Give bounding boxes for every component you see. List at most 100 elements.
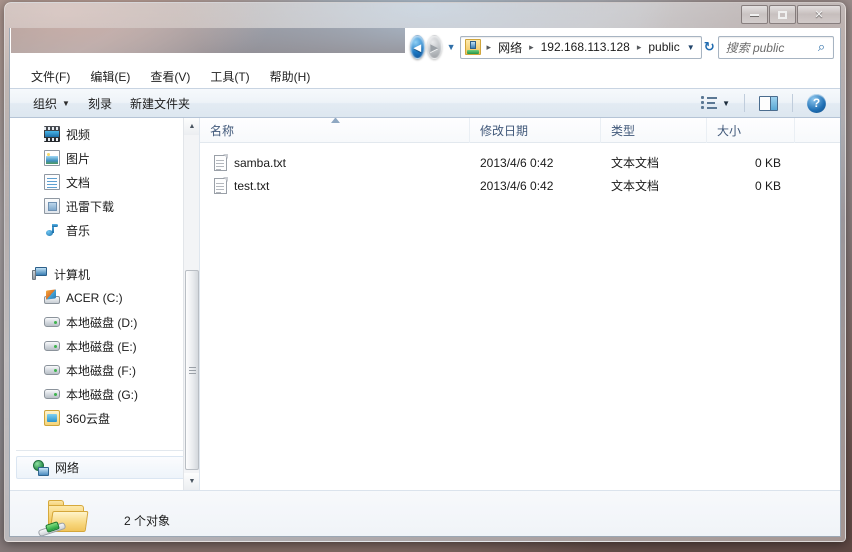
history-dropdown-icon[interactable]: ▼ <box>447 42 456 52</box>
scroll-up-button[interactable]: ▲ <box>184 118 199 135</box>
text-file-icon <box>214 153 228 171</box>
toolbar-divider <box>744 94 745 112</box>
sidebar-item-drive-f[interactable]: 本地磁盘 (F:) <box>10 358 199 382</box>
file-name: test.txt <box>234 178 270 193</box>
back-arrow-icon: ◄ <box>410 39 424 55</box>
menu-help[interactable]: 帮助(H) <box>261 66 320 87</box>
sidebar-item-drive-c[interactable]: ACER (C:) <box>10 286 199 310</box>
menu-file[interactable]: 文件(F) <box>22 66 79 87</box>
menu-edit[interactable]: 编辑(E) <box>81 66 139 87</box>
sidebar-item-computer[interactable]: 计算机 <box>10 262 199 286</box>
hard-drive-icon <box>44 386 60 402</box>
hard-drive-icon <box>44 338 60 354</box>
chevron-down-icon: ▼ <box>62 98 70 108</box>
network-icon <box>33 459 49 476</box>
table-row[interactable]: test.txt 2013/4/6 0:42 文本文档 0 KB <box>200 174 840 197</box>
preview-pane-button[interactable] <box>755 91 782 115</box>
forward-button[interactable]: ► <box>426 35 442 59</box>
file-rows: samba.txt 2013/4/6 0:42 文本文档 0 KB test.t… <box>200 143 840 197</box>
document-icon <box>44 174 60 190</box>
help-button[interactable]: ? <box>803 91 830 115</box>
picture-icon <box>44 150 60 166</box>
sidebar-item-drive-e[interactable]: 本地磁盘 (E:) <box>10 334 199 358</box>
text-file-icon <box>214 176 228 194</box>
new-folder-button[interactable]: 新建文件夹 <box>121 92 199 115</box>
toolbar-divider <box>792 94 793 112</box>
column-header-filler <box>795 118 840 143</box>
column-header-size[interactable]: 大小 <box>707 117 795 143</box>
table-row[interactable]: samba.txt 2013/4/6 0:42 文本文档 0 KB <box>200 151 840 174</box>
file-name-cell: test.txt <box>200 176 470 194</box>
burn-button[interactable]: 刻录 <box>79 92 121 115</box>
sidebar-item-thunder-download[interactable]: 迅雷下载 <box>10 194 199 218</box>
sidebar-item-network[interactable]: 网络 <box>16 456 191 479</box>
menu-view[interactable]: 查看(V) <box>141 66 199 87</box>
system-drive-icon <box>44 289 60 306</box>
breadcrumb-network[interactable]: 网络 <box>495 37 525 58</box>
navigation-scrollbar[interactable]: ▲ ▼ <box>183 118 199 490</box>
glass-backdrop <box>11 28 405 53</box>
breadcrumb-public[interactable]: public <box>645 38 682 56</box>
address-bar[interactable]: ▸ 网络 ▸ 192.168.113.128 ▸ public ▼ <box>459 35 702 59</box>
sidebar-item-music[interactable]: 音乐 <box>10 218 199 242</box>
sidebar-item-pictures[interactable]: 图片 <box>10 146 199 170</box>
scrollbar-thumb[interactable] <box>185 270 199 470</box>
network-folder-icon <box>464 39 481 55</box>
menu-tools[interactable]: 工具(T) <box>201 66 258 87</box>
sidebar-item-label: 本地磁盘 (D:) <box>66 315 138 330</box>
music-icon <box>44 222 60 238</box>
close-icon: ✕ <box>814 9 824 21</box>
minimize-icon <box>750 13 759 16</box>
sidebar-item-label: 本地磁盘 (E:) <box>66 339 137 354</box>
change-view-button[interactable]: ▼ <box>696 91 734 115</box>
breadcrumb-separator: ▸ <box>486 41 492 52</box>
title-bar: ✕ <box>4 2 846 28</box>
sidebar-item-drive-d[interactable]: 本地磁盘 (D:) <box>10 310 199 334</box>
sidebar-item-label: 视频 <box>66 127 91 142</box>
file-date: 2013/4/6 0:42 <box>480 178 554 193</box>
search-input[interactable]: 搜索 public <box>726 39 814 56</box>
scroll-down-button[interactable]: ▼ <box>184 473 199 490</box>
address-toolbar: ◄ ► ▼ ▸ 网络 ▸ 192.168.113.128 ▸ public ▼ … <box>10 28 840 66</box>
hard-drive-icon <box>44 362 60 378</box>
minimize-button[interactable] <box>741 5 768 24</box>
navigation-list: 视频 图片 文档 迅雷下载 音乐 计算机 ACER (C:) 本地磁盘 (D:)… <box>10 118 199 479</box>
download-icon <box>44 198 60 214</box>
breadcrumb-separator: ▸ <box>636 41 642 52</box>
file-type: 文本文档 <box>611 156 660 170</box>
status-item-count: 2 个对象 <box>124 514 171 528</box>
navigation-gap <box>10 430 199 444</box>
sidebar-item-videos[interactable]: 视频 <box>10 122 199 146</box>
status-bar: 2 个对象 <box>10 490 840 536</box>
close-button[interactable]: ✕ <box>797 5 841 24</box>
chevron-down-icon: ▼ <box>722 98 730 108</box>
navigation-divider <box>16 450 191 451</box>
address-dropdown-icon[interactable]: ▼ <box>683 38 699 57</box>
refresh-button[interactable]: ↻ <box>704 36 715 58</box>
organize-button[interactable]: 组织 ▼ <box>24 92 79 115</box>
hard-drive-icon <box>44 314 60 330</box>
sidebar-item-360-cloud[interactable]: 360云盘 <box>10 406 199 430</box>
navigation-gap <box>10 242 199 262</box>
search-box[interactable]: 搜索 public ⌕ <box>717 35 834 59</box>
file-name: samba.txt <box>234 155 287 170</box>
explorer-window: ✕ ◄ ► ▼ ▸ 网络 ▸ 192.168.113.128 ▸ public <box>4 2 846 542</box>
maximize-icon <box>778 10 787 19</box>
window-client-area: ◄ ► ▼ ▸ 网络 ▸ 192.168.113.128 ▸ public ▼ … <box>9 28 841 537</box>
breadcrumb-host[interactable]: 192.168.113.128 <box>538 38 633 56</box>
back-button[interactable]: ◄ <box>409 35 425 59</box>
navigation-pane: 视频 图片 文档 迅雷下载 音乐 计算机 ACER (C:) 本地磁盘 (D:)… <box>10 118 200 490</box>
command-bar-right-group: ▼ ? <box>696 91 834 115</box>
sort-ascending-icon <box>331 118 340 123</box>
column-header-type[interactable]: 类型 <box>601 117 707 143</box>
forward-arrow-icon: ► <box>427 39 441 55</box>
shared-folder-icon <box>37 499 89 536</box>
sidebar-item-drive-g[interactable]: 本地磁盘 (G:) <box>10 382 199 406</box>
file-size: 0 KB <box>754 178 781 193</box>
sidebar-item-label: 计算机 <box>54 267 91 282</box>
file-name-cell: samba.txt <box>200 153 470 171</box>
column-header-date[interactable]: 修改日期 <box>470 117 601 143</box>
sidebar-item-documents[interactable]: 文档 <box>10 170 199 194</box>
maximize-button[interactable] <box>769 5 796 24</box>
refresh-icon: ↻ <box>703 39 715 54</box>
